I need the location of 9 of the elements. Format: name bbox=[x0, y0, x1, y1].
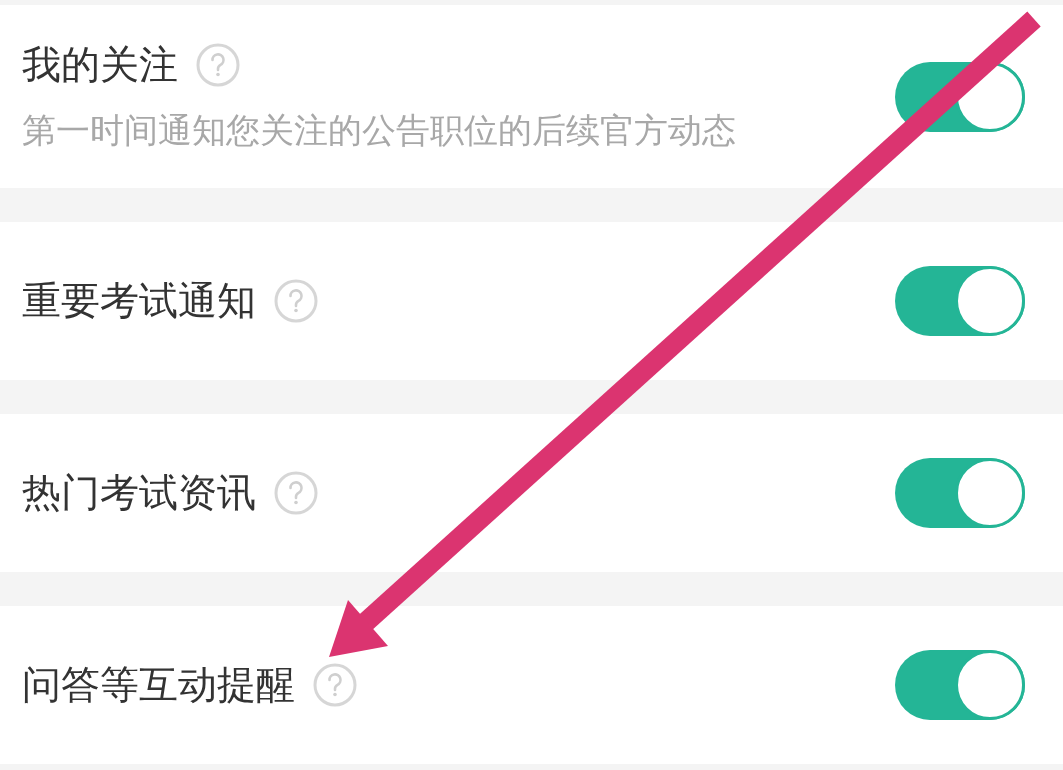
help-icon[interactable] bbox=[313, 663, 357, 707]
help-icon[interactable] bbox=[196, 43, 240, 87]
setting-title: 热门考试资讯 bbox=[22, 469, 256, 517]
setting-description: 第一时间通知您关注的公告职位的后续官方动态 bbox=[22, 109, 736, 152]
setting-title: 问答等互动提醒 bbox=[22, 661, 295, 709]
help-icon[interactable] bbox=[274, 471, 318, 515]
help-icon[interactable] bbox=[274, 279, 318, 323]
setting-title: 我的关注 bbox=[22, 41, 178, 89]
setting-title: 重要考试通知 bbox=[22, 277, 256, 325]
